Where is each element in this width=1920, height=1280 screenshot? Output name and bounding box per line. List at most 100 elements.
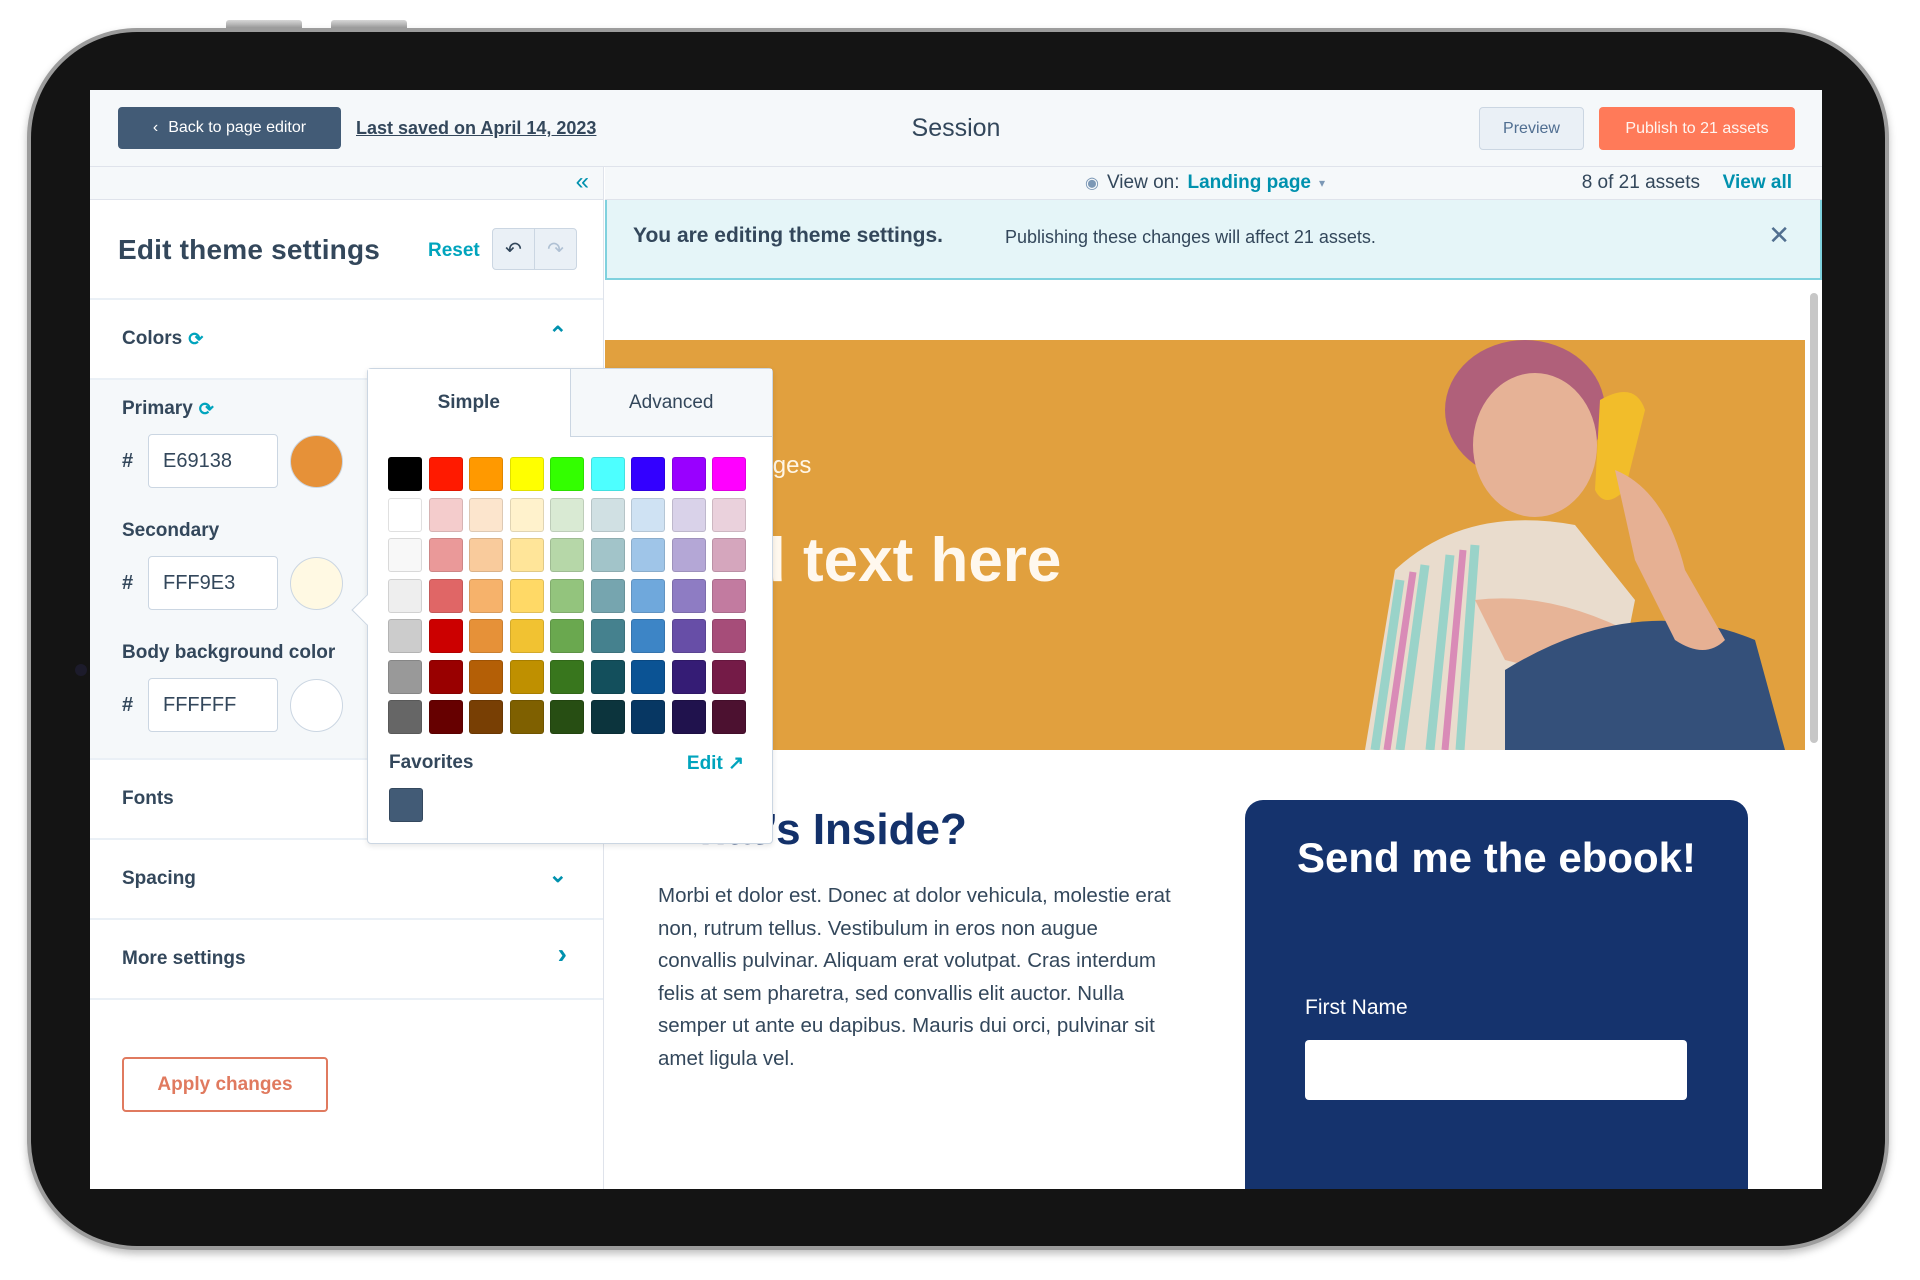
body-background-color-swatch[interactable]	[290, 678, 343, 732]
palette-swatch[interactable]	[550, 659, 584, 694]
palette-swatch[interactable]	[428, 700, 463, 734]
apply-changes-button[interactable]: Apply changes	[122, 1057, 328, 1112]
palette-swatch[interactable]	[712, 457, 746, 491]
palette-swatch[interactable]	[631, 497, 665, 532]
palette-swatch[interactable]	[550, 619, 584, 653]
palette-swatch[interactable]	[388, 700, 422, 734]
palette-swatch[interactable]	[388, 538, 422, 572]
palette-swatch[interactable]	[550, 700, 584, 734]
palette-swatch[interactable]	[388, 619, 422, 653]
favorite-color-swatch[interactable]	[389, 788, 423, 822]
palette-swatch[interactable]	[550, 578, 584, 613]
palette-swatch[interactable]	[509, 700, 544, 734]
palette-swatch[interactable]	[428, 578, 463, 613]
palette-swatch[interactable]	[509, 659, 544, 694]
palette-swatch[interactable]	[590, 578, 625, 613]
palette-swatch[interactable]	[469, 578, 503, 613]
chevron-up-icon[interactable]: ⌃	[549, 322, 567, 348]
palette-swatch[interactable]	[712, 578, 746, 613]
palette-swatch[interactable]	[712, 538, 746, 572]
screen: ‹ Back to page editor Last saved on Apri…	[90, 90, 1822, 1189]
favorites-edit-link[interactable]: Edit ↗	[687, 752, 744, 775]
palette-swatch[interactable]	[631, 659, 665, 694]
palette-swatch[interactable]	[388, 578, 422, 613]
view-on-label: View on:	[1106, 172, 1180, 193]
secondary-color-swatch[interactable]	[290, 556, 343, 610]
palette-swatch[interactable]	[550, 538, 584, 572]
palette-swatch[interactable]	[590, 619, 625, 653]
primary-hex-input[interactable]	[148, 434, 278, 488]
palette-swatch[interactable]	[469, 538, 503, 572]
reset-button[interactable]: Reset	[428, 240, 480, 262]
palette-swatch[interactable]	[631, 578, 665, 613]
palette-swatch[interactable]	[428, 538, 463, 572]
palette-swatch[interactable]	[671, 497, 706, 532]
primary-color-swatch[interactable]	[290, 434, 343, 488]
palette-swatch[interactable]	[550, 497, 584, 532]
preview-scrollbar[interactable]	[1810, 293, 1818, 743]
palette-swatch[interactable]	[590, 457, 625, 491]
chevron-down-icon[interactable]: ⌄	[549, 862, 567, 888]
palette-swatch[interactable]	[428, 619, 463, 653]
palette-swatch[interactable]	[428, 457, 463, 491]
palette-swatch[interactable]	[469, 457, 503, 491]
palette-swatch[interactable]	[509, 497, 544, 532]
palette-swatch[interactable]	[671, 659, 706, 694]
palette-swatch[interactable]	[671, 700, 706, 734]
palette-swatch[interactable]	[428, 497, 463, 532]
tab-advanced[interactable]: Advanced	[569, 369, 772, 437]
close-icon[interactable]: ✕	[1768, 220, 1790, 251]
palette-swatch[interactable]	[509, 457, 544, 491]
palette-swatch[interactable]	[712, 619, 746, 653]
palette-swatch[interactable]	[631, 700, 665, 734]
palette-swatch[interactable]	[671, 457, 706, 491]
view-on-dropdown[interactable]: Landing page	[1188, 172, 1312, 194]
undo-icon[interactable]: ↶	[493, 229, 534, 269]
section-more-settings[interactable]: More settings ›	[90, 920, 603, 1000]
palette-swatch[interactable]	[590, 538, 625, 572]
camera-icon	[75, 664, 87, 676]
palette-swatch[interactable]	[428, 659, 463, 694]
chevron-right-icon[interactable]: ›	[558, 938, 567, 970]
view-on-selector[interactable]: ◉ View on: Landing page ▾	[1085, 172, 1325, 194]
tab-simple[interactable]: Simple	[368, 369, 570, 437]
palette-swatch[interactable]	[550, 457, 584, 491]
publish-button[interactable]: Publish to 21 assets	[1599, 107, 1795, 150]
palette-swatch[interactable]	[671, 619, 706, 653]
apply-changes-wrapper: Apply changes	[122, 1057, 328, 1112]
palette-swatch[interactable]	[631, 457, 665, 491]
hero-section[interactable]: ng Pages dd text here	[605, 340, 1805, 750]
palette-swatch[interactable]	[388, 457, 422, 491]
undo-redo-group: ↶ ↷	[492, 228, 577, 270]
secondary-hex-input[interactable]	[148, 556, 278, 610]
view-on-bar: ◉ View on: Landing page ▾ 8 of 21 assets…	[605, 167, 1822, 200]
preview-button[interactable]: Preview	[1479, 107, 1584, 150]
palette-swatch[interactable]	[712, 700, 746, 734]
view-all-link[interactable]: View all	[1723, 172, 1792, 194]
first-name-input[interactable]	[1305, 1040, 1687, 1100]
palette-swatch[interactable]	[631, 538, 665, 572]
palette-swatch[interactable]	[469, 497, 503, 532]
palette-swatch[interactable]	[509, 538, 544, 572]
palette-swatch[interactable]	[671, 578, 706, 613]
redo-icon[interactable]: ↷	[534, 229, 576, 269]
palette-swatch[interactable]	[631, 619, 665, 653]
palette-swatch[interactable]	[388, 659, 422, 694]
palette-swatch[interactable]	[509, 619, 544, 653]
palette-swatch[interactable]	[590, 497, 625, 532]
section-fonts-label: Fonts	[122, 788, 174, 809]
palette-swatch[interactable]	[469, 659, 503, 694]
palette-swatch[interactable]	[469, 619, 503, 653]
palette-swatch[interactable]	[590, 659, 625, 694]
collapse-sidebar-icon[interactable]: «	[576, 169, 589, 195]
palette-swatch[interactable]	[590, 700, 625, 734]
palette-swatch[interactable]	[712, 659, 746, 694]
palette-swatch[interactable]	[509, 578, 544, 613]
palette-swatch[interactable]	[388, 497, 422, 532]
palette-swatch[interactable]	[712, 497, 746, 532]
body-background-hex-input[interactable]	[148, 678, 278, 732]
section-spacing[interactable]: Spacing ⌄	[90, 840, 603, 920]
page-preview-area: ◉ View on: Landing page ▾ 8 of 21 assets…	[605, 167, 1822, 1189]
palette-swatch[interactable]	[671, 538, 706, 572]
palette-swatch[interactable]	[469, 700, 503, 734]
